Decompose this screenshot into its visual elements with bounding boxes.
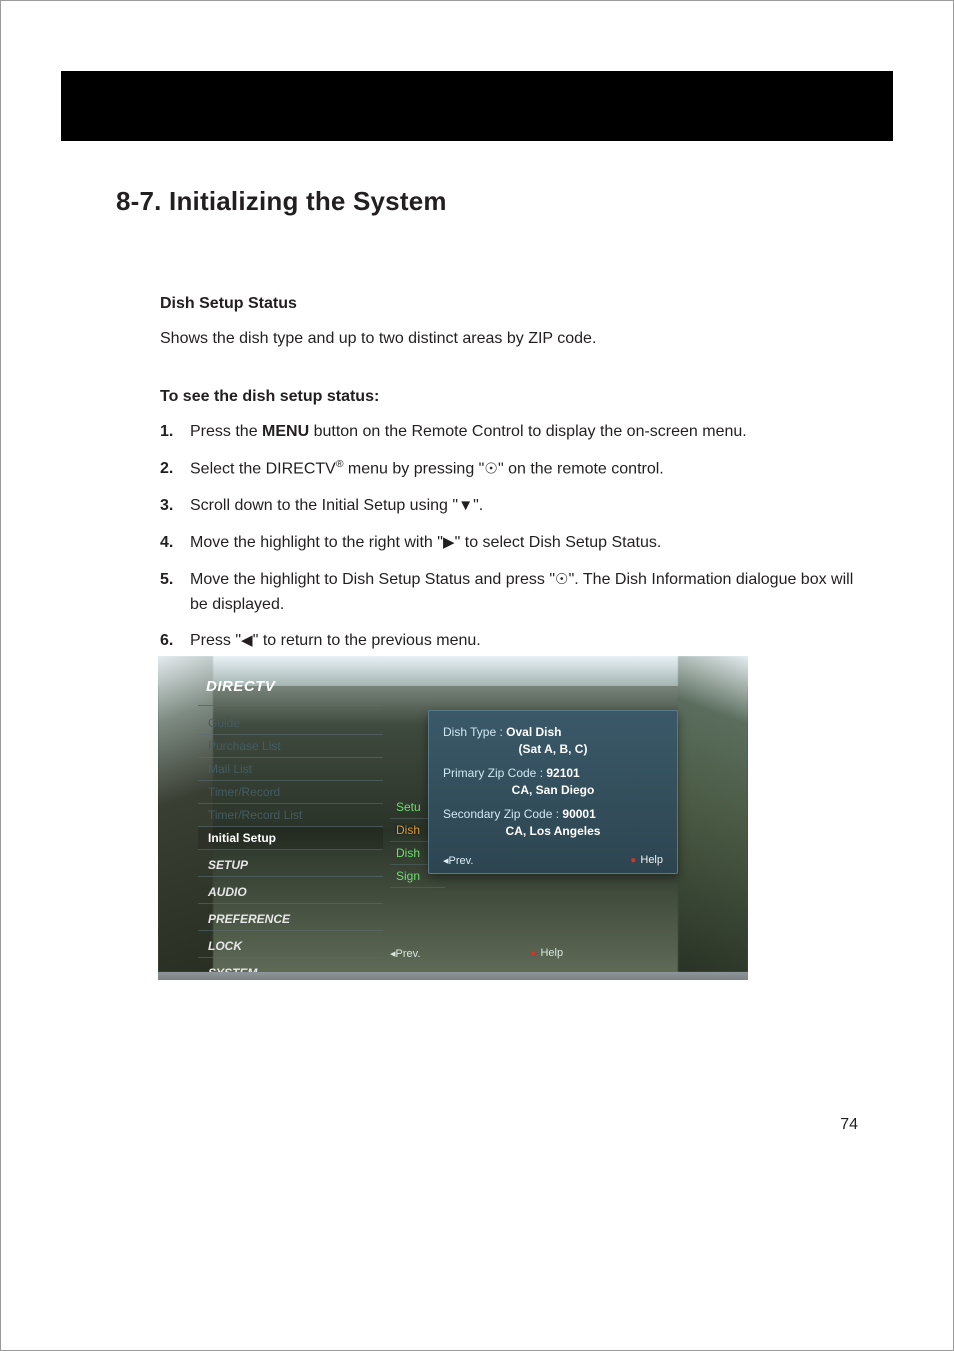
step-6: 6. Press "◀" to return to the previous m… (160, 629, 858, 654)
subsection-title: Dish Setup Status (160, 295, 858, 313)
dialog-value: Oval Dish (506, 725, 561, 739)
dialog-row-primaryzip: Primary Zip Code : 92101 (443, 764, 663, 782)
step-text: Press " (190, 632, 241, 649)
menu-item-guide[interactable]: Guide (198, 712, 383, 735)
select-icon: ☉ (484, 459, 498, 477)
menu-item-audio[interactable]: AUDIO (198, 877, 383, 904)
manual-page: 8-7. Initializing the System Dish Setup … (0, 0, 954, 1351)
dialog-label: Secondary Zip Code : (443, 807, 562, 821)
dialog-value: 90001 (562, 807, 595, 821)
menu-item-initial-setup[interactable]: Initial Setup (198, 827, 383, 850)
dialog-row-primarycity: CA, San Diego (443, 782, 663, 805)
step-1: 1. Press the MENU button on the Remote C… (160, 420, 858, 445)
dialog-row-dishtype: Dish Type : Oval Dish (443, 723, 663, 741)
steps-list: 1. Press the MENU button on the Remote C… (160, 420, 858, 654)
mountain-background (678, 656, 748, 972)
step-text: Scroll down to the Initial Setup using " (190, 497, 458, 514)
prev-button[interactable]: ◂Prev. (390, 947, 420, 960)
menu-item-preference[interactable]: PREFERENCE (198, 904, 383, 931)
step-bold: MENU (262, 423, 309, 440)
menu-item-mail[interactable]: Mail List (198, 758, 383, 781)
dialog-row-secondarycity: CA, Los Angeles (443, 823, 663, 846)
section-heading: 8-7. Initializing the System (116, 186, 858, 217)
dialog-footer: ◂Prev. Help (443, 850, 663, 867)
help-button[interactable]: Help (630, 854, 663, 867)
step-number: 5. (160, 568, 173, 593)
tv-bottom-bar: ◂Prev. Help (390, 947, 718, 960)
menu-item-timer[interactable]: Timer/Record (198, 781, 383, 804)
step-text: " to return to the previous menu. (253, 632, 481, 649)
step-text: " to select Dish Setup Status. (455, 534, 662, 551)
step-text: " on the remote control. (498, 460, 664, 477)
step-4: 4. Move the highlight to the right with … (160, 531, 858, 556)
step-number: 1. (160, 420, 173, 445)
step-number: 3. (160, 494, 173, 519)
menu-item-purchase[interactable]: Purchase List (198, 735, 383, 758)
menu-item-timerlist[interactable]: Timer/Record List (198, 804, 383, 827)
page-number: 74 (840, 1116, 858, 1134)
step-number: 2. (160, 457, 173, 482)
step-text: button on the Remote Control to display … (309, 423, 747, 440)
step-text: Move the highlight to the right with " (190, 534, 443, 551)
steps-title: To see the dish setup status: (160, 388, 858, 406)
tv-sidebar: DIRECTV Guide Purchase List Mail List Ti… (198, 674, 383, 980)
step-3: 3. Scroll down to the Initial Setup usin… (160, 494, 858, 519)
step-text: Move the highlight to Dish Setup Status … (190, 571, 555, 588)
dialog-label: Dish Type : (443, 725, 506, 739)
step-2: 2. Select the DIRECTV® menu by pressing … (160, 457, 858, 482)
step-number: 6. (160, 629, 173, 654)
menu-item-lock[interactable]: LOCK (198, 931, 383, 958)
prev-button[interactable]: ◂Prev. (443, 854, 473, 867)
step-5: 5. Move the highlight to Dish Setup Stat… (160, 568, 858, 618)
step-text: Select the DIRECTV (190, 460, 336, 477)
step-text: menu by pressing " (343, 460, 484, 477)
right-icon: ▶ (443, 533, 455, 551)
dish-info-dialog: Dish Type : Oval Dish (Sat A, B, C) Prim… (428, 710, 678, 874)
down-icon: ▼ (458, 496, 473, 514)
subsection-description: Shows the dish type and up to two distin… (160, 327, 858, 350)
tv-menu: Guide Purchase List Mail List Timer/Reco… (198, 706, 383, 980)
dialog-row-sat: (Sat A, B, C) (443, 741, 663, 764)
step-text: Press the (190, 423, 262, 440)
help-button[interactable]: Help (530, 947, 563, 960)
dialog-label: Primary Zip Code : (443, 766, 546, 780)
dialog-value: 92101 (546, 766, 579, 780)
step-number: 4. (160, 531, 173, 556)
menu-item-setup[interactable]: SETUP (198, 850, 383, 877)
page-content: 8-7. Initializing the System Dish Setup … (116, 186, 858, 666)
left-icon: ◀ (241, 631, 253, 649)
step-text: ". (473, 497, 483, 514)
tv-screenshot: DIRECTV Guide Purchase List Mail List Ti… (158, 656, 748, 980)
header-black-band (61, 71, 893, 141)
tv-brand: DIRECTV (198, 674, 383, 706)
dialog-row-secondaryzip: Secondary Zip Code : 90001 (443, 805, 663, 823)
select-icon: ☉ (555, 570, 569, 588)
menu-item-system[interactable]: SYSTEM (198, 958, 383, 980)
